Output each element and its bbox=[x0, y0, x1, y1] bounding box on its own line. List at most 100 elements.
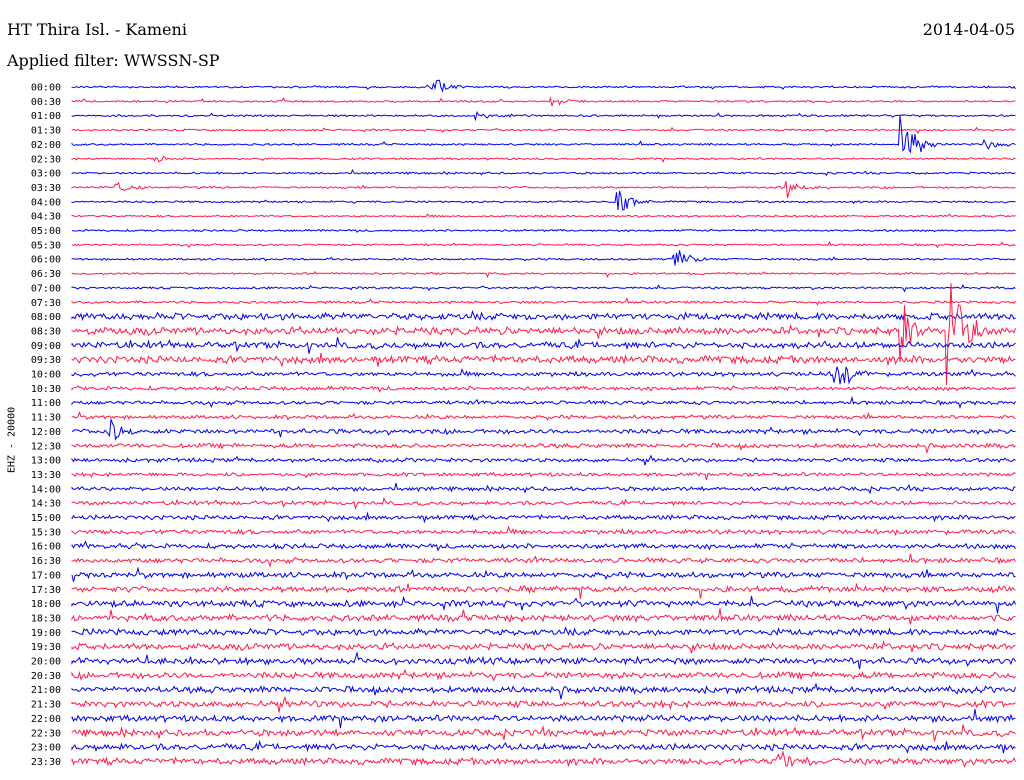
row-time-label: 09:00 bbox=[31, 341, 61, 352]
row-time-label: 02:00 bbox=[31, 140, 61, 151]
seismic-trace bbox=[71, 724, 1016, 742]
seismic-trace bbox=[71, 626, 1016, 637]
row-time-label: 10:30 bbox=[31, 384, 61, 395]
seismic-trace bbox=[71, 709, 1016, 729]
row-time-label: 04:30 bbox=[31, 212, 61, 223]
row-time-label: 16:30 bbox=[31, 556, 61, 567]
row-time-label: 03:30 bbox=[31, 183, 61, 194]
row-time-label: 04:00 bbox=[31, 197, 61, 208]
seismic-trace bbox=[71, 190, 1016, 211]
row-time-label: 14:00 bbox=[31, 484, 61, 495]
seismic-trace bbox=[71, 668, 1016, 682]
row-time-label: 11:00 bbox=[31, 398, 61, 409]
row-time-label: 13:00 bbox=[31, 456, 61, 467]
row-time-label: 18:30 bbox=[31, 613, 61, 624]
seismic-trace bbox=[71, 739, 1016, 754]
seismic-trace bbox=[71, 310, 1016, 322]
seismic-trace bbox=[71, 228, 1016, 233]
row-time-label: 07:00 bbox=[31, 283, 61, 294]
channel-label-text: EHZ - 20000 bbox=[6, 406, 18, 474]
seismic-trace bbox=[71, 750, 1016, 768]
row-time-label: 17:30 bbox=[31, 585, 61, 596]
row-time-label: 05:30 bbox=[31, 240, 61, 251]
seismic-trace bbox=[71, 270, 1016, 279]
row-time-label: 00:00 bbox=[31, 83, 61, 94]
helicorder-plot: 00:00 00:30 01:00 01:30 02:00 02:30 03:00 03:30… bbox=[31, 79, 1016, 768]
seismic-trace bbox=[71, 595, 1016, 614]
seismic-trace bbox=[71, 337, 1016, 354]
row-time-label: 03:00 bbox=[31, 169, 61, 180]
row-time-label: 05:00 bbox=[31, 226, 61, 237]
seismic-trace bbox=[71, 650, 1016, 670]
seismic-trace bbox=[71, 696, 1016, 713]
row-time-label: 20:30 bbox=[31, 671, 61, 682]
row-time-label: 21:30 bbox=[31, 700, 61, 711]
row-time-label: 15:00 bbox=[31, 513, 61, 524]
seismic-trace bbox=[71, 385, 1016, 393]
seismic-trace bbox=[71, 110, 1016, 122]
row-time-label: 22:00 bbox=[31, 714, 61, 725]
seismic-trace bbox=[71, 540, 1016, 552]
row-time-label: 23:30 bbox=[31, 757, 61, 768]
seismic-trace bbox=[71, 169, 1016, 177]
seismic-trace bbox=[71, 213, 1016, 219]
row-time-label: 23:00 bbox=[31, 743, 61, 754]
seismic-trace bbox=[71, 442, 1016, 455]
row-time-label: 21:00 bbox=[31, 685, 61, 696]
seismic-trace bbox=[71, 366, 1016, 385]
row-time-label: 11:30 bbox=[31, 413, 61, 424]
channel-axis-label: EHZ - 20000 bbox=[0, 380, 24, 500]
row-time-label: 22:30 bbox=[31, 728, 61, 739]
seismic-trace bbox=[71, 155, 1016, 163]
seismic-trace bbox=[71, 471, 1016, 481]
seismic-trace bbox=[71, 115, 1016, 154]
seismic-trace bbox=[71, 283, 1016, 293]
seismic-trace bbox=[71, 525, 1016, 537]
seismic-trace bbox=[71, 126, 1016, 135]
seismic-trace bbox=[71, 283, 1016, 386]
seismic-trace bbox=[71, 566, 1016, 582]
record-date: 2014-04-05 bbox=[922, 20, 1015, 39]
row-time-label: 19:00 bbox=[31, 628, 61, 639]
row-label-group: 00:00 00:30 01:00 01:30 02:00 02:30 03:00 03:30… bbox=[31, 83, 61, 768]
seismic-trace bbox=[71, 297, 1016, 306]
row-time-label: 14:30 bbox=[31, 499, 61, 510]
row-time-label: 01:00 bbox=[31, 111, 61, 122]
seismic-trace bbox=[71, 511, 1016, 524]
seismic-trace bbox=[71, 682, 1016, 700]
seismic-trace bbox=[71, 180, 1016, 198]
seismic-trace bbox=[71, 640, 1016, 654]
row-time-label: 01:30 bbox=[31, 126, 61, 137]
seismic-trace bbox=[71, 96, 1016, 107]
row-time-label: 16:00 bbox=[31, 542, 61, 553]
row-time-label: 13:30 bbox=[31, 470, 61, 481]
row-time-label: 18:00 bbox=[31, 599, 61, 610]
seismic-trace bbox=[71, 496, 1016, 511]
row-time-label: 00:30 bbox=[31, 97, 61, 108]
seismic-trace bbox=[71, 250, 1016, 266]
seismic-trace bbox=[71, 79, 1016, 93]
row-time-label: 09:30 bbox=[31, 355, 61, 366]
seismic-trace bbox=[71, 582, 1016, 600]
seismic-trace bbox=[71, 482, 1016, 495]
seismic-trace bbox=[71, 419, 1016, 441]
row-time-label: 20:00 bbox=[31, 657, 61, 668]
row-time-label: 02:30 bbox=[31, 154, 61, 165]
row-time-label: 08:30 bbox=[31, 326, 61, 337]
seismic-trace bbox=[71, 395, 1016, 409]
row-time-label: 10:00 bbox=[31, 370, 61, 381]
row-time-label: 12:00 bbox=[31, 427, 61, 438]
station-title: HT Thira Isl. - Kameni bbox=[7, 20, 187, 39]
row-time-label: 15:30 bbox=[31, 527, 61, 538]
seismic-trace bbox=[71, 454, 1016, 466]
seismic-trace bbox=[71, 411, 1016, 421]
seismic-trace bbox=[71, 608, 1016, 625]
seismic-trace bbox=[71, 241, 1016, 249]
row-time-label: 17:00 bbox=[31, 570, 61, 581]
trace-group bbox=[71, 79, 1016, 768]
row-time-label: 06:30 bbox=[31, 269, 61, 280]
seismic-trace bbox=[71, 352, 1016, 368]
seismic-trace bbox=[71, 553, 1016, 568]
row-time-label: 19:30 bbox=[31, 642, 61, 653]
filter-label: Applied filter: WWSSN-SP bbox=[7, 51, 220, 70]
